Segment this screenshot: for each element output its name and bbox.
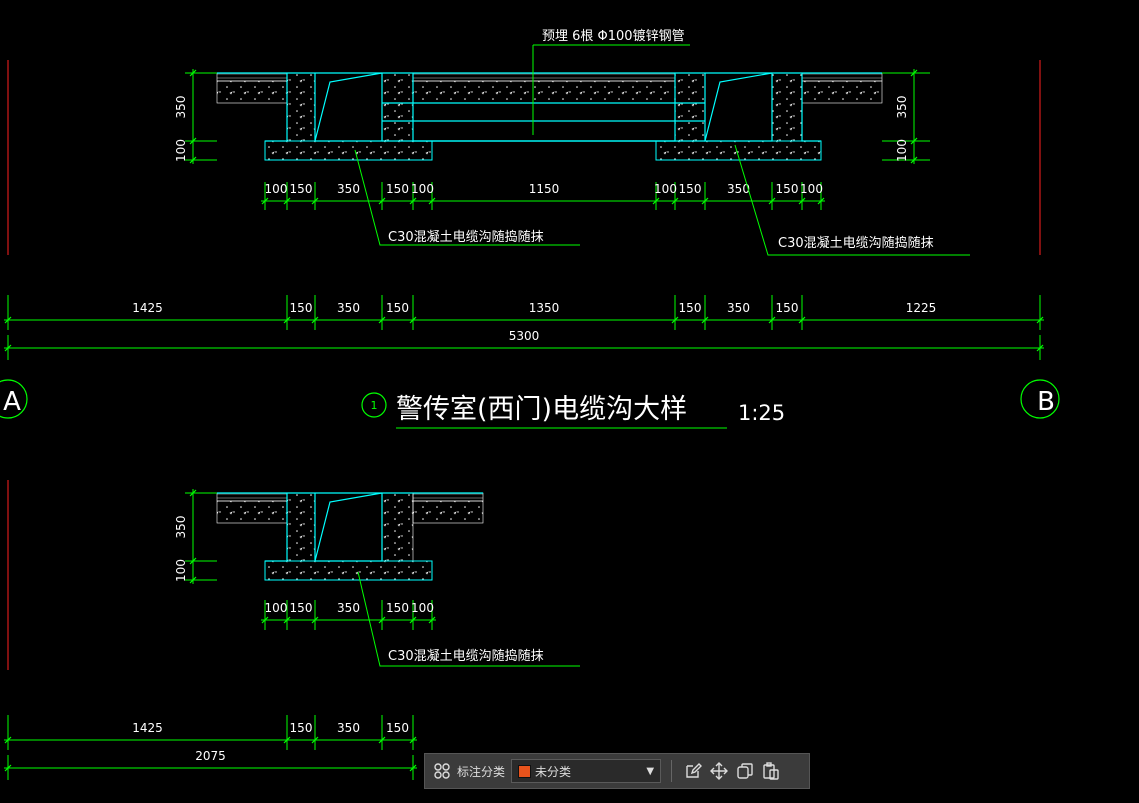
edit-icon[interactable] [680,758,706,784]
paste-icon[interactable] [758,758,784,784]
dimension-text: 100 [411,601,434,615]
dimension-text: 150 [290,301,313,315]
dimension-text: 150 [776,182,799,196]
dimension-text: 1225 [906,301,937,315]
dimension-text: 100 [800,182,823,196]
dimension-text: 150 [290,601,313,615]
dimension-text: 100 [654,182,677,196]
dimension-text: 2075 [195,749,226,763]
detail-number: 1 [371,399,378,412]
dimension-text: 1350 [529,301,560,315]
move-icon[interactable] [706,758,732,784]
copy-icon[interactable] [732,758,758,784]
dimension-text: 100 [265,601,288,615]
grid-label-a: A [3,387,21,417]
dimension-text: 350 [727,301,750,315]
dimension-text: 350 [337,301,360,315]
annotation-category-label: 标注分类 [457,764,506,779]
dimension-text: 5300 [509,329,540,343]
axis-lines [7,60,1041,670]
dimension-text: 100 [265,182,288,196]
dimension-text: 150 [386,601,409,615]
dimension-text: 350 [174,96,188,119]
dimension-text: 350 [895,96,909,119]
dimension-text: 100 [174,559,188,582]
dimension-text: 150 [386,182,409,196]
dimension-text: 150 [386,721,409,735]
dimension-text: 100 [411,182,434,196]
drawing-title: 警传室(西门)电缆沟大样 [396,394,687,425]
dimension-text: 150 [290,721,313,735]
pipe-note: 预埋 6根 Φ100镀锌钢管 [542,28,685,44]
dimension-text: 350 [337,182,360,196]
dimension-text: 150 [679,182,702,196]
dimension-text: 150 [290,182,313,196]
category-selected-value: 未分类 [535,764,572,779]
dimension-text: 350 [337,601,360,615]
dimension-text: 100 [895,139,909,162]
chevron-down-icon: ▼ [646,765,655,777]
dimension-text: 150 [386,301,409,315]
dimension-text: 1150 [529,182,560,196]
cad-drawing-canvas[interactable]: 100 150 350 150 100 1150 100 150 350 150 1001425 15… [0,0,1139,803]
dimension-text: 1425 [132,721,163,735]
drawing-scale: 1:25 [738,401,785,425]
dimension-text: 350 [337,721,360,735]
layout-grid-icon[interactable] [429,758,455,784]
annotation-category-select[interactable]: 未分类 ▼ [511,759,662,783]
dimension-text: 150 [679,301,702,315]
dimension-text: 100 [174,139,188,162]
annotation-toolbar: 标注分类 未分类 ▼ [424,753,810,789]
category-color-swatch [518,764,532,778]
section-1-drawing [216,44,883,161]
callout-right: C30混凝土电缆沟随捣随抹 [778,235,934,251]
grid-label-b: B [1037,387,1055,417]
callout-left: C30混凝土电缆沟随捣随抹 [388,229,544,245]
dimension-text: 1425 [132,301,163,315]
dimension-text: 350 [174,516,188,539]
dimension-text: 150 [776,301,799,315]
callout-section2: C30混凝土电缆沟随捣随抹 [388,648,544,664]
toolbar-divider [671,760,673,782]
section-2-drawing [216,492,484,581]
